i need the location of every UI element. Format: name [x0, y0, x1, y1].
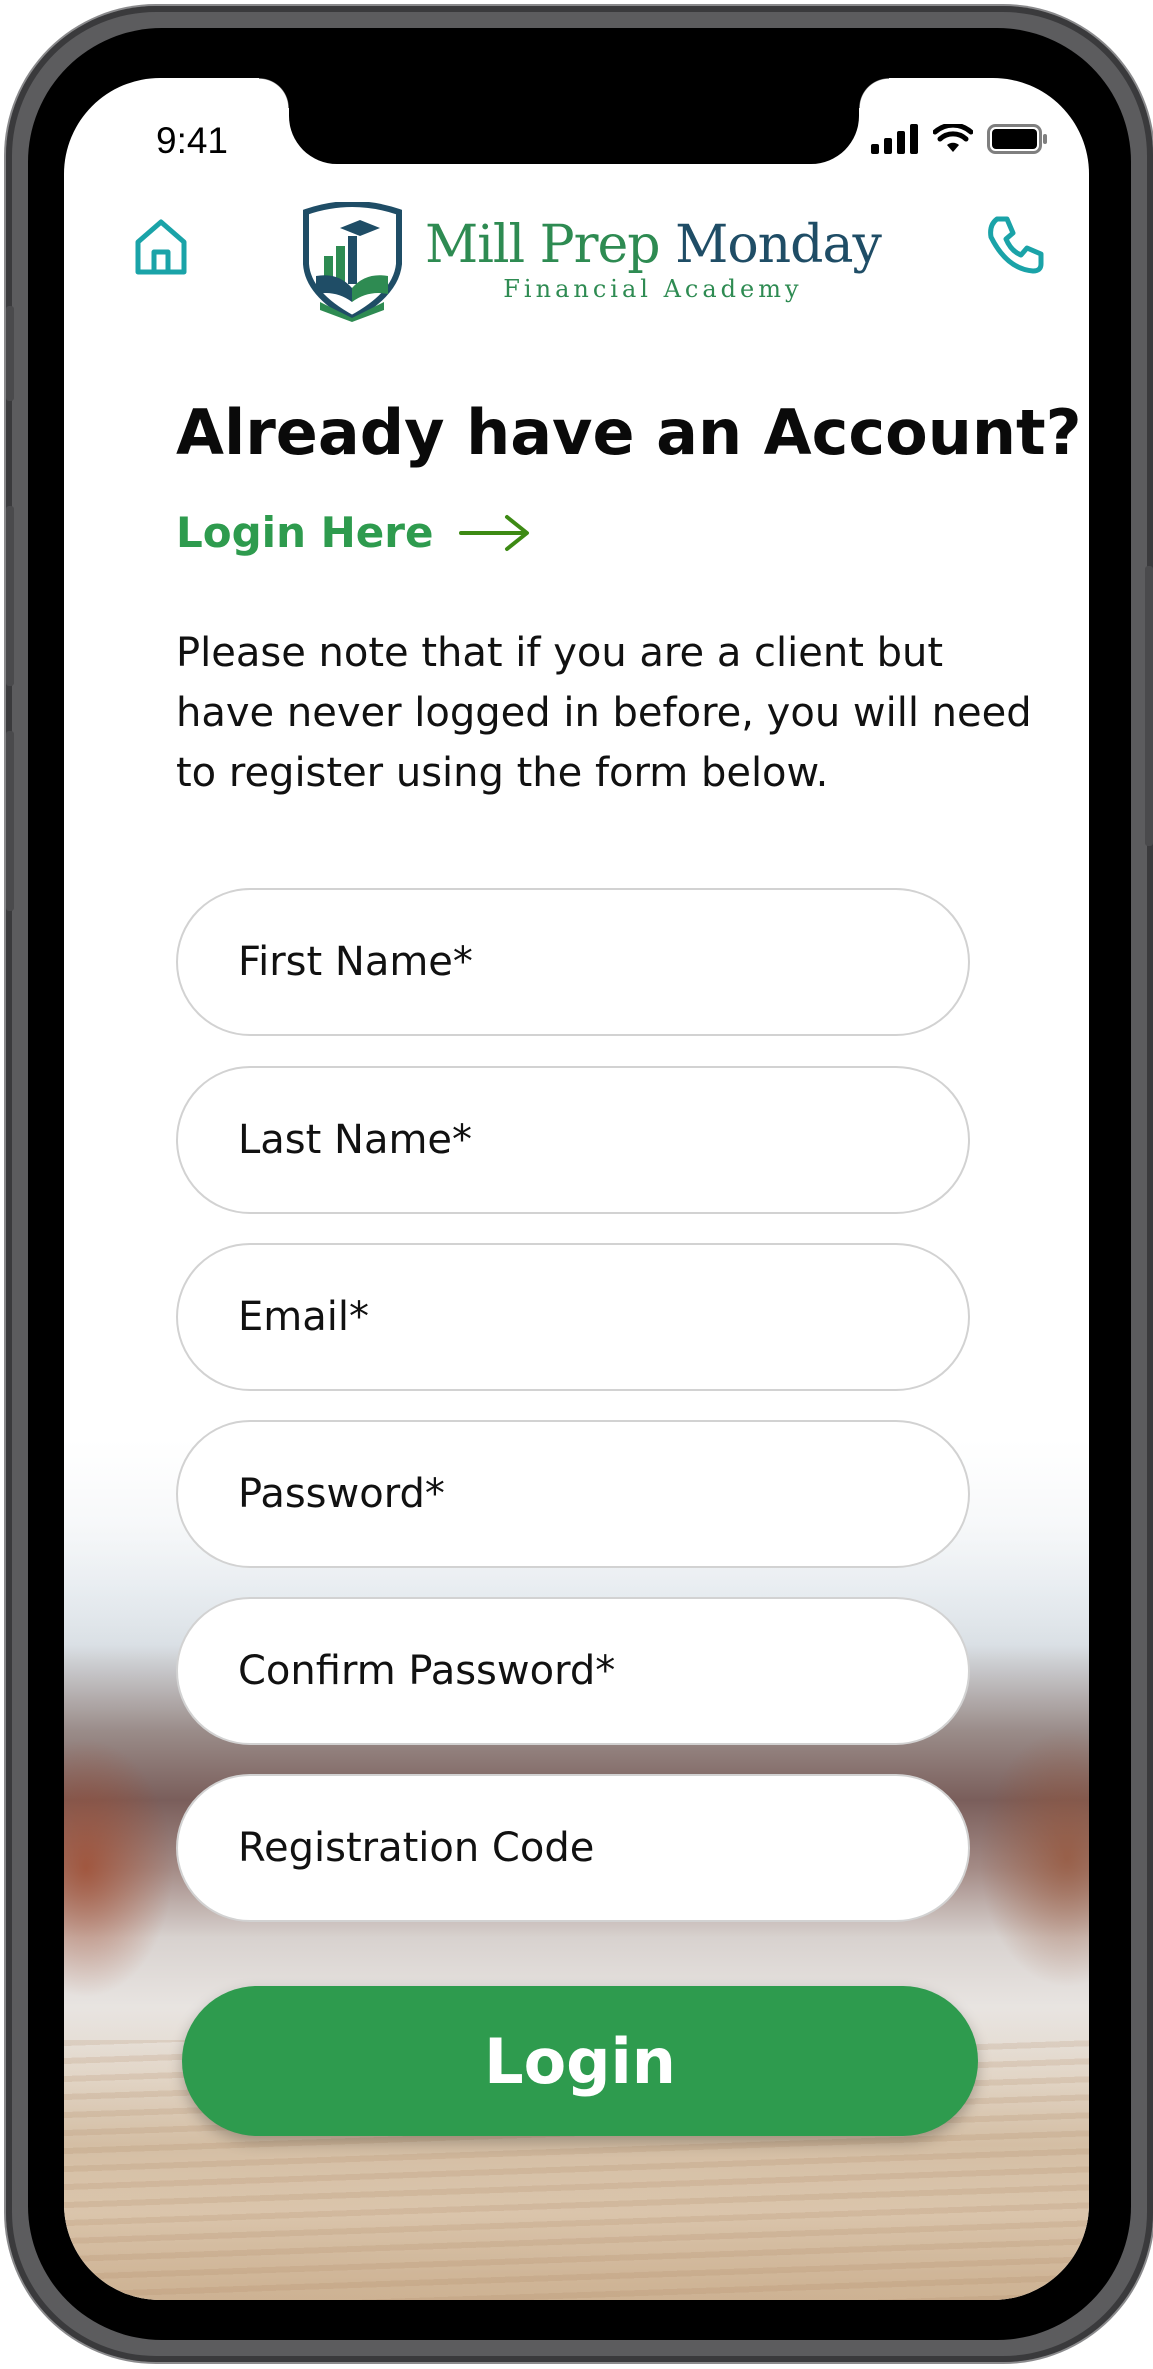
app-screen: 9:41 Mill Prep Monday Financial Academy … [64, 78, 1089, 2300]
confirm-password-field[interactable] [176, 1597, 970, 1745]
login-button[interactable]: Login [182, 1986, 978, 2136]
phone-icon[interactable] [983, 213, 1047, 277]
brand-logo[interactable]: Mill Prep Monday Financial Academy [300, 202, 882, 322]
first-name-field[interactable] [176, 888, 970, 1036]
page-title: Already have an Account? [176, 396, 1082, 469]
volume-up-button [6, 506, 14, 686]
password-field[interactable] [176, 1420, 970, 1568]
password-input[interactable] [236, 1470, 968, 1518]
first-name-input[interactable] [236, 938, 968, 986]
email-input[interactable] [236, 1293, 968, 1341]
registration-note: Please note that if you are a client but… [176, 630, 1032, 796]
power-button [1145, 566, 1153, 846]
status-time: 9:41 [156, 120, 229, 161]
last-name-input[interactable] [236, 1116, 968, 1164]
battery-icon [987, 124, 1047, 154]
wifi-icon [933, 124, 973, 152]
login-here-label: Login Here [176, 508, 434, 557]
mute-switch [6, 306, 14, 401]
confirm-password-input[interactable] [236, 1647, 968, 1695]
login-here-link[interactable]: Login Here [176, 508, 531, 557]
academy-shield-icon [303, 202, 402, 322]
brand-wordmark: Mill Prep Monday Financial Academy [425, 215, 882, 303]
volume-down-button [6, 731, 14, 911]
registration-code-input[interactable] [236, 1824, 968, 1872]
brand-tagline: Financial Academy [503, 275, 803, 303]
arrow-right-icon [459, 514, 530, 551]
home-icon[interactable] [130, 216, 192, 278]
brand-name: Mill Prep Monday [425, 215, 882, 275]
registration-code-field[interactable] [176, 1774, 970, 1922]
status-icons [871, 124, 1049, 154]
last-name-field[interactable] [176, 1066, 970, 1214]
email-field[interactable] [176, 1243, 970, 1391]
cellular-signal-icon [871, 124, 918, 154]
camera-notch [259, 78, 889, 164]
